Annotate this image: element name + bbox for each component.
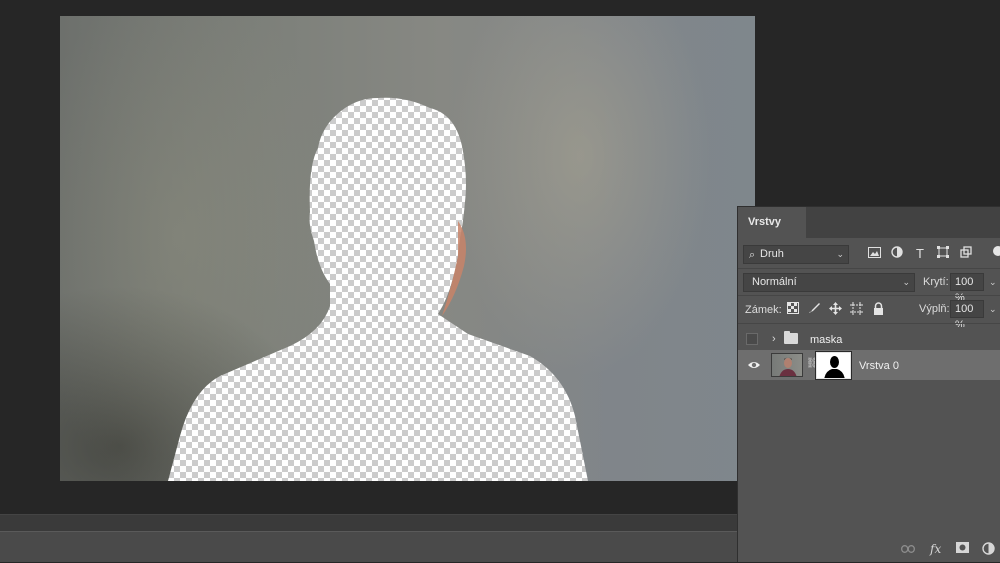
- folder-icon: [784, 331, 798, 344]
- shape-filter-icon[interactable]: [935, 246, 951, 262]
- layer-mask-thumbnail[interactable]: [815, 351, 852, 380]
- panel-tab-bar: Vrstvy: [738, 207, 1000, 238]
- filter-kind-label: Druh: [760, 248, 784, 260]
- adjustment-layer-icon[interactable]: [982, 542, 995, 558]
- opacity-label: Krytí:: [923, 276, 949, 288]
- chevron-down-icon: ⌄: [902, 277, 910, 287]
- lock-all-icon[interactable]: [871, 302, 885, 316]
- lock-transparency-icon[interactable]: [786, 302, 800, 316]
- divider: [738, 268, 1000, 269]
- divider: [738, 295, 1000, 296]
- lock-label: Zámek:: [745, 304, 782, 316]
- layer-row-selected[interactable]: ⛓ Vrstva 0: [738, 350, 1000, 380]
- divider: [738, 323, 1000, 324]
- lock-pixels-icon[interactable]: [807, 302, 821, 316]
- fill-input[interactable]: 100 %: [950, 300, 984, 331]
- fx-icon[interactable]: fx: [930, 542, 941, 556]
- search-icon: ⌕: [749, 249, 756, 261]
- filter-kind-select[interactable]: ⌕ Druh ⌄: [743, 245, 849, 264]
- blend-mode-value: Normální: [752, 276, 797, 288]
- lock-artboard-icon[interactable]: [849, 302, 863, 316]
- document-canvas[interactable]: [60, 16, 755, 481]
- layers-panel: Vrstvy ⌕ Druh ⌄ T Normální ⌄ Krytí: 100 …: [737, 206, 1000, 562]
- chevron-down-icon: ⌄: [836, 249, 844, 259]
- opacity-input[interactable]: 100 %: [950, 273, 984, 304]
- panel-footer: fx: [738, 537, 1000, 563]
- fill-label: Výplň:: [919, 303, 950, 315]
- tab-layers[interactable]: Vrstvy: [738, 207, 806, 238]
- transparent-cutout: [168, 97, 588, 481]
- layer-thumbnail[interactable]: [771, 353, 803, 377]
- layer-name[interactable]: Vrstva 0: [859, 360, 899, 372]
- link-layers-icon[interactable]: [901, 542, 915, 556]
- blend-mode-select[interactable]: Normální ⌄: [743, 273, 915, 292]
- filter-toggle[interactable]: [993, 246, 1000, 256]
- image-filter-icon[interactable]: [866, 246, 882, 262]
- eye-icon[interactable]: [747, 358, 761, 372]
- adjustment-filter-icon[interactable]: [889, 246, 905, 262]
- lock-position-icon[interactable]: [828, 302, 842, 316]
- opacity-chevron-icon[interactable]: ⌄: [989, 277, 997, 288]
- mask-silhouette-icon: [824, 356, 845, 378]
- visibility-toggle[interactable]: [746, 333, 758, 345]
- layer-name[interactable]: maska: [810, 334, 842, 346]
- fill-chevron-icon[interactable]: ⌄: [989, 304, 997, 315]
- workspace: Vrstvy ⌕ Druh ⌄ T Normální ⌄ Krytí: 100 …: [0, 0, 1000, 562]
- type-filter-icon[interactable]: T: [912, 246, 928, 262]
- chevron-right-icon[interactable]: ›: [772, 333, 776, 345]
- person-thumbnail-icon: [779, 357, 797, 376]
- add-mask-icon[interactable]: [956, 542, 969, 556]
- smart-object-filter-icon[interactable]: [958, 246, 974, 262]
